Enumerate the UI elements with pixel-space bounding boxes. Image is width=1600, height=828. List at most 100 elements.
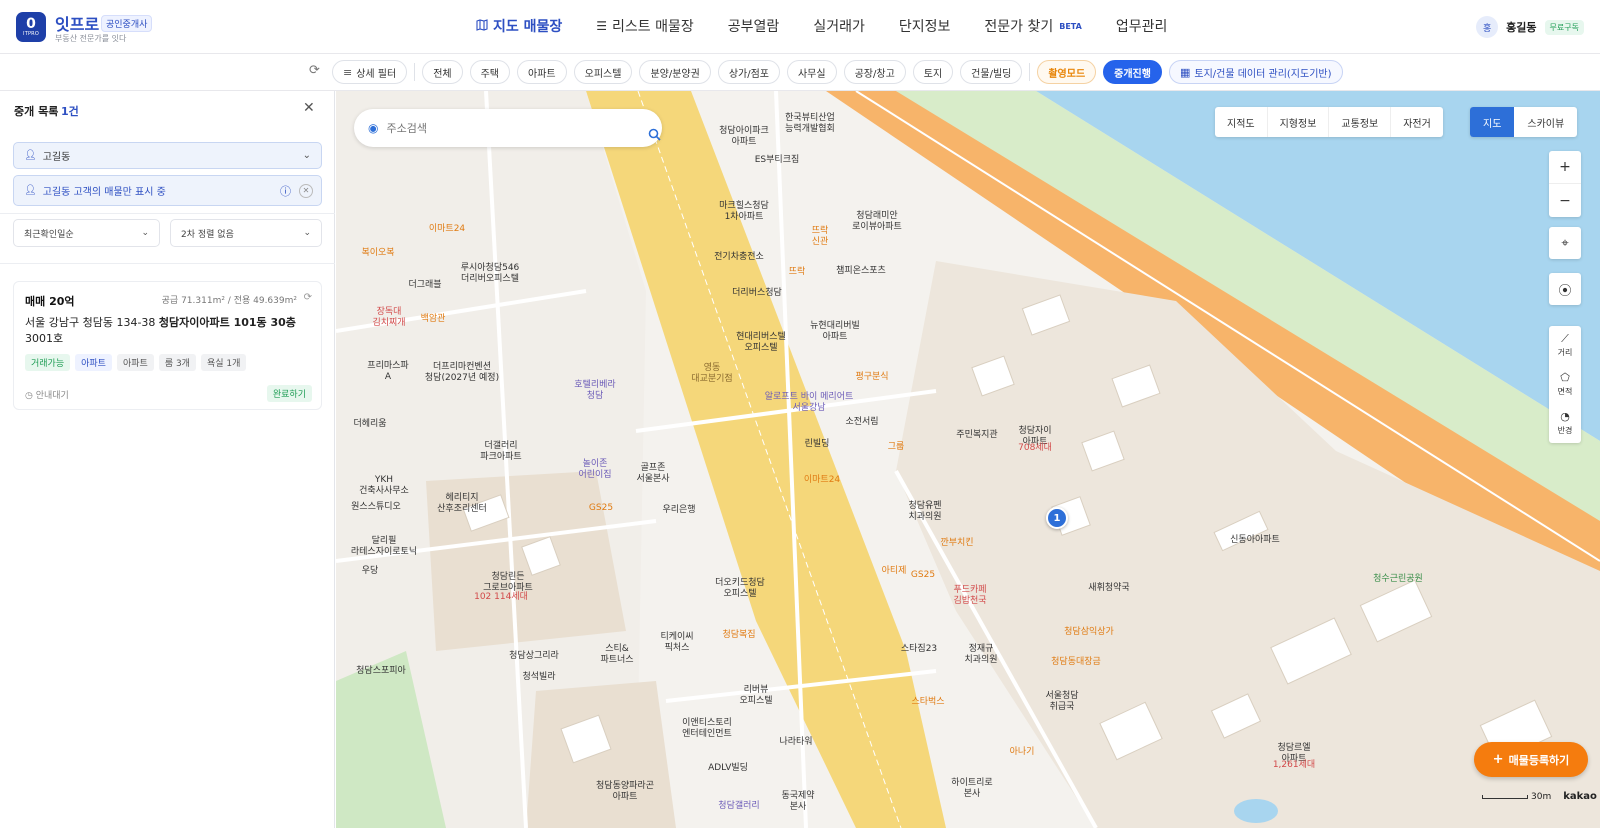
map-label[interactable]: 청담린든 그로브아파트 [483, 572, 533, 594]
map-label[interactable]: 청담유펜 치과의원 [908, 501, 941, 523]
map-label[interactable]: 청담래미안 로이뷰아파트 [852, 211, 902, 233]
map-label[interactable]: 더리버스청담 [732, 288, 782, 299]
map-label[interactable]: 복이오복 [361, 248, 394, 259]
map-label[interactable]: 알로프트 바이 메리어트 서울강남 [765, 392, 854, 414]
chip-building[interactable]: 건물/빌딩 [960, 60, 1023, 84]
map-canvas[interactable]: 청담아이파크 아파트 한국뷰티산업 능력개발협회 ES부티크짐 마크힐스청담 1차아파… [336, 91, 1600, 828]
map-label[interactable]: 청석빌라 [522, 672, 555, 683]
map-label[interactable]: GS25 [589, 503, 613, 514]
nav-complex-info[interactable]: 단지정보 [899, 16, 951, 36]
map-label[interactable]: 서울청담 취급국 [1045, 691, 1078, 713]
map-label[interactable]: ES부티크짐 [755, 155, 800, 166]
map-label[interactable]: 원스스튜디오 [351, 502, 401, 513]
map-label[interactable]: 신동아아파트 [1230, 535, 1280, 546]
map-label[interactable]: ADLV빌딩 [708, 763, 748, 774]
chip-factory[interactable]: 공장/창고 [843, 60, 906, 84]
map-label[interactable]: 놀이존 어린이집 [578, 459, 611, 481]
chip-all[interactable]: 전체 [422, 60, 463, 84]
chip-office[interactable]: 사무실 [786, 60, 837, 84]
map-label[interactable]: 푸드카페 김밥천국 [953, 585, 986, 607]
map-label[interactable]: 청담상그리라 [509, 651, 559, 662]
map-label[interactable]: 호텔리베라 청담 [574, 380, 615, 402]
map-label[interactable]: 전기차충전소 [714, 252, 764, 263]
info-icon[interactable]: ⓘ [280, 183, 291, 199]
photo-mode-button[interactable]: 촬영모드 [1037, 60, 1097, 84]
map-label[interactable]: 청담동대장금 [1051, 657, 1101, 668]
address-search-box[interactable]: ◉ [354, 109, 662, 147]
detail-filter-button[interactable]: ≡ 상세 필터 [332, 60, 408, 84]
chip-officetel[interactable]: 오피스텔 [573, 60, 633, 84]
map-label[interactable]: 새휘청약국 [1088, 583, 1129, 594]
map-label[interactable]: 린빌딩 [805, 439, 830, 450]
chip-house[interactable]: 주택 [469, 60, 511, 84]
nav-list-listing[interactable]: ☰ 리스트 매물장 [596, 16, 694, 36]
sort-primary-select[interactable]: 최근확인일순 ⌄ [13, 219, 160, 247]
layer-bicycle[interactable]: 자전거 [1391, 107, 1443, 137]
location-pin-button[interactable]: ⦿ [1549, 273, 1581, 305]
map-label[interactable]: 708세대 [1018, 443, 1052, 454]
chip-apartment[interactable]: 아파트 [517, 60, 567, 84]
map-label[interactable]: 더갤러리 파크아파트 [480, 441, 521, 463]
map-label[interactable]: 프리마스파 A [367, 361, 408, 383]
map-label[interactable]: 백암관 [421, 314, 446, 325]
chip-presale[interactable]: 분양/분양권 [639, 60, 711, 84]
map-label[interactable]: 한국뷰티산업 능력개발협회 [785, 113, 835, 135]
map-label[interactable]: 이마트24 [429, 224, 465, 235]
map-label[interactable]: 그룹 [888, 442, 905, 453]
nav-public-records[interactable]: 공부열람 [728, 16, 780, 36]
map-label[interactable]: 루시아청담546 더리버오피스텔 [461, 263, 520, 285]
map-label[interactable]: 주민복지관 [956, 430, 997, 441]
nav-map-listing[interactable]: 지도 매물장 [476, 16, 562, 36]
clear-filter-icon[interactable]: ✕ [299, 183, 313, 198]
refresh-icon[interactable]: ⟳ [309, 63, 320, 78]
register-listing-button[interactable]: + 매물등록하기 [1474, 742, 1588, 777]
map-label[interactable]: 헤리티지 산후조리센터 [437, 493, 487, 515]
map-label[interactable]: 리버뷰 오피스텔 [739, 685, 772, 707]
map-label[interactable]: 스티& 파트너스 [600, 644, 633, 666]
refresh-icon[interactable]: ⟳ [304, 292, 312, 303]
map-label[interactable]: 우리은행 [662, 505, 695, 516]
brokerage-progress-button[interactable]: 중개진행 [1103, 60, 1162, 84]
complete-button[interactable]: 완료하기 [266, 385, 312, 402]
map-label[interactable]: 더프리마컨벤션 청담(2027년 예정) [425, 362, 499, 384]
map-label[interactable]: 청담스포피아 [356, 666, 406, 677]
map-label[interactable]: 더그래블 [408, 280, 441, 291]
map-label[interactable]: 이마트24 [804, 475, 840, 486]
map-label[interactable]: 골프존 서울본사 [636, 463, 669, 485]
map-label[interactable]: 청담삼익상가 [1064, 627, 1114, 638]
map-label[interactable]: 아나기 [1010, 747, 1035, 758]
map-label[interactable]: 더헤리움 [353, 419, 386, 430]
map-label[interactable]: 뉴현대리버빌 아파트 [810, 321, 860, 343]
map-label[interactable]: 아티제 [882, 566, 907, 577]
map-type-skyview[interactable]: 스카이뷰 [1514, 107, 1577, 137]
map-label[interactable]: GS25 [911, 570, 935, 581]
brand-name[interactable]: 잇프로 [55, 11, 99, 35]
nav-work-management[interactable]: 업무관리 [1116, 16, 1168, 36]
zoom-in-button[interactable]: + [1549, 151, 1581, 184]
map-label[interactable]: 정재규 치과의원 [964, 644, 997, 666]
map-label[interactable]: 마크힐스청담 1차아파트 [719, 201, 769, 223]
area-tool[interactable]: ⬠ 면적 [1549, 365, 1581, 404]
nav-find-expert[interactable]: 전문가 찾기 BETA [984, 16, 1081, 36]
map-label[interactable]: 뜨락 신관 [812, 226, 829, 248]
map-label[interactable]: 깐부치킨 [940, 538, 973, 549]
map-label[interactable]: 나라타워 [779, 737, 812, 748]
map-label[interactable]: 1,261세대 [1273, 760, 1315, 771]
map-label[interactable]: 평구분식 [855, 372, 888, 383]
map-label[interactable]: 청수근린공원 [1373, 574, 1423, 585]
customer-select[interactable]: 👤︎ 고길동 ⌄ [13, 142, 322, 169]
map-label[interactable]: 102 114세대 [474, 592, 528, 603]
map-label[interactable]: 동국제약 본사 [781, 791, 814, 813]
chip-land[interactable]: 토지 [912, 60, 954, 84]
land-data-button[interactable]: ▦ 토지/건물 데이터 관리(지도기반) [1168, 60, 1343, 84]
map-label[interactable]: 청담복집 [722, 630, 755, 641]
listing-cluster-marker[interactable]: 1 [1046, 507, 1068, 529]
map-label[interactable]: 청담갤러리 [718, 801, 759, 812]
map-type-map[interactable]: 지도 [1470, 107, 1515, 137]
radius-tool[interactable]: ◔ 반경 [1549, 404, 1581, 443]
user-menu[interactable]: 홍 홍길동 무료구독 [1476, 16, 1584, 38]
listing-card[interactable]: 매매 20억 공급 71.311m² / 전용 49.639m² ⟳ 서울 강남… [13, 281, 322, 410]
map-label[interactable]: 청담동양파라곤 아파트 [596, 781, 654, 803]
nav-real-price[interactable]: 실거래가 [813, 16, 865, 36]
map-label[interactable]: 이앤티스토리 엔터테인먼트 [682, 718, 732, 740]
